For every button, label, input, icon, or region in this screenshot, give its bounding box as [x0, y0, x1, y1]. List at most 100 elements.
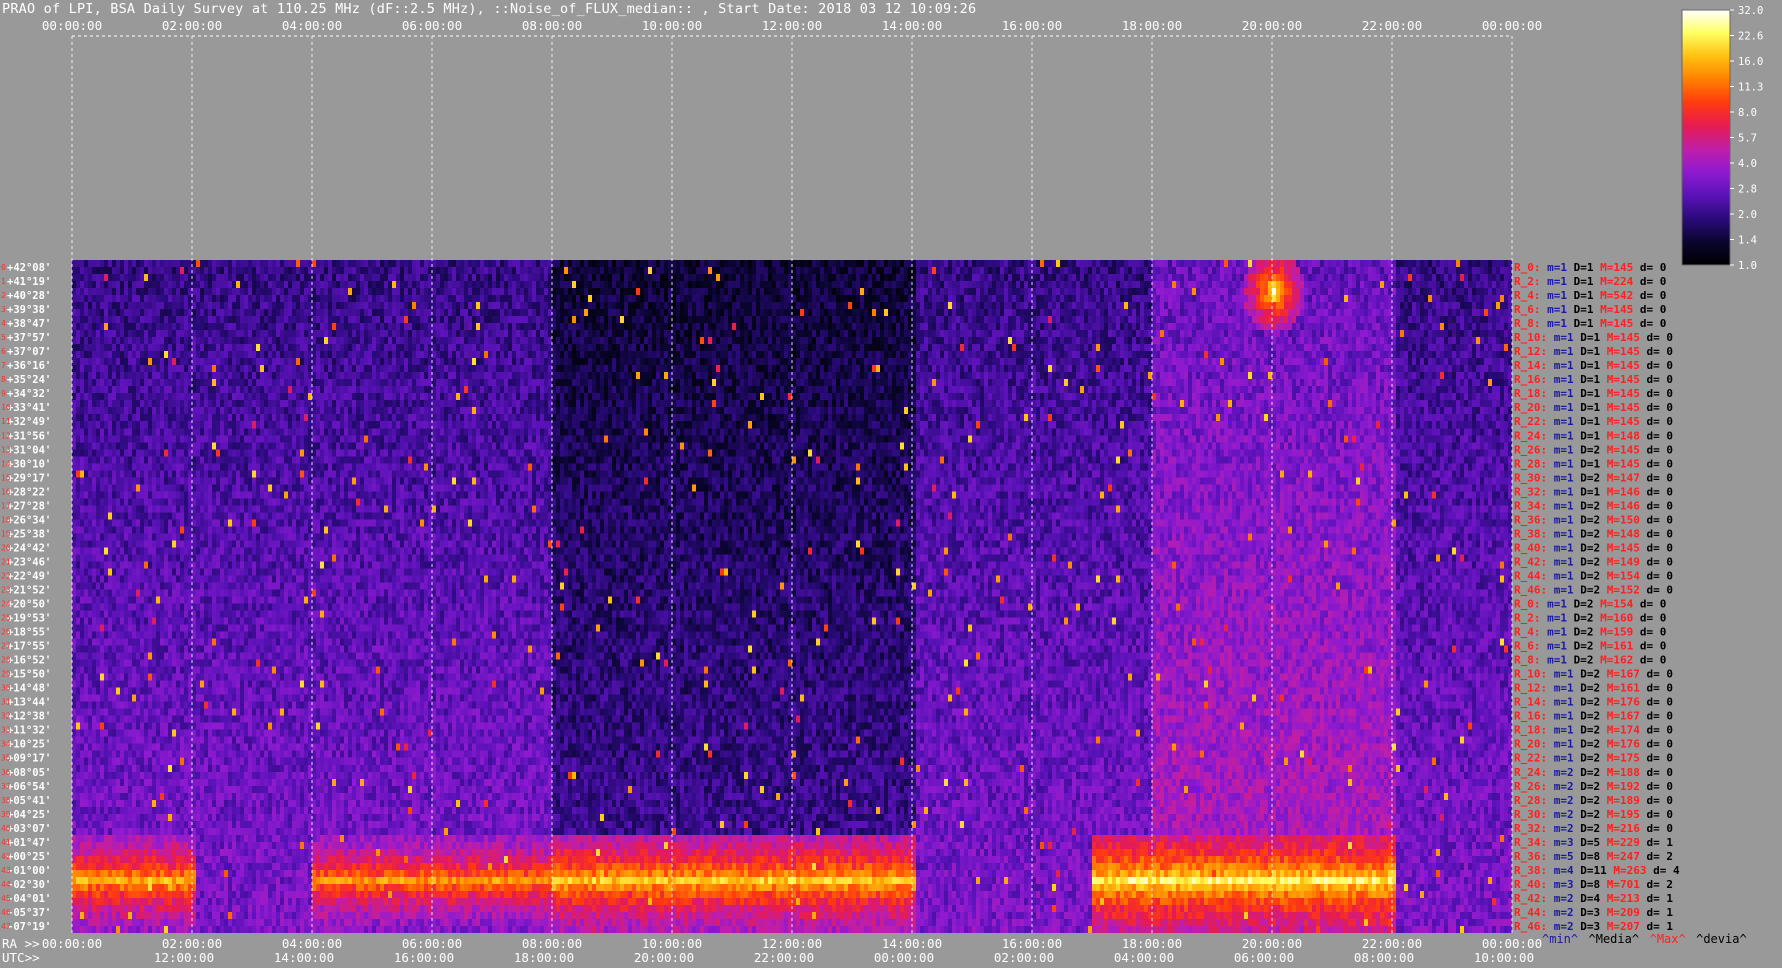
row-index-label: 19 [1, 529, 11, 538]
ra-axis-tick-label: 00:00:00 [1482, 936, 1542, 951]
row-index-label: 20 [1, 543, 11, 552]
row-index-label: 34 [1, 740, 11, 749]
top-axis-tick-label: 20:00:00 [1242, 18, 1302, 33]
top-axis-tick-label: 10:00:00 [642, 18, 702, 33]
utc-axis-label: UTC>> [2, 950, 40, 965]
row-index-label: 22 [1, 571, 11, 580]
top-axis-tick-label: 14:00:00 [882, 18, 942, 33]
top-axis-tick-label: 04:00:00 [282, 18, 342, 33]
declination-label: +21°52' [7, 584, 51, 596]
beam-stat-row: R_34: m=3 D=5 M=229 d= 1 [1514, 836, 1673, 849]
ra-axis-label: RA >> [2, 936, 40, 951]
ra-axis-tick-label: 10:00:00 [642, 936, 702, 951]
declination-label: +34°32' [7, 388, 51, 400]
declination-label: +40°28' [7, 290, 51, 302]
beam-stat-row: R_30: m=1 D=2 M=147 d= 0 [1514, 471, 1673, 484]
beam-stat-row: R_12: m=1 D=2 M=161 d= 0 [1514, 682, 1673, 695]
utc-axis-tick-label: 00:00:00 [874, 950, 934, 965]
colorbar-tick-label: 32.0 [1738, 5, 1763, 17]
ra-axis-tick-label: 20:00:00 [1242, 936, 1302, 951]
declination-label: +09°17' [7, 753, 51, 765]
beam-stat-row: R_6: m=1 D=1 M=145 d= 0 [1514, 303, 1666, 316]
row-index-label: 31 [1, 698, 11, 707]
beam-stat-row: R_28: m=2 D=2 M=189 d= 0 [1514, 794, 1673, 807]
row-index-label: 11 [1, 417, 11, 426]
ra-axis-tick-label: 06:00:00 [402, 936, 462, 951]
declination-label: +42°08' [7, 262, 51, 274]
row-index-label: 32 [1, 712, 11, 721]
utc-axis-tick-label: 04:00:00 [1114, 950, 1174, 965]
row-index-label: 18 [1, 515, 11, 524]
beam-stat-row: R_8: m=1 D=2 M=162 d= 0 [1514, 654, 1666, 667]
row-index-label: 39 [1, 810, 11, 819]
row-index-label: 44 [1, 880, 11, 889]
beam-stat-row: R_44: m=2 D=3 M=209 d= 1 [1514, 906, 1673, 919]
beam-stat-row: R_30: m=2 D=2 M=195 d= 0 [1514, 808, 1673, 821]
beam-stat-row: R_40: m=3 D=8 M=701 d= 2 [1514, 878, 1673, 891]
row-index-label: 33 [1, 726, 11, 735]
utc-axis-tick-label: 22:00:00 [754, 950, 814, 965]
top-axis-tick-label: 08:00:00 [522, 18, 582, 33]
stat-legend-label: ^min^ [1542, 932, 1578, 946]
top-axis-tick-label: 00:00:00 [1482, 18, 1542, 33]
top-axis-tick-label: 16:00:00 [1002, 18, 1062, 33]
beam-stat-row: R_46: m=1 D=2 M=152 d= 0 [1514, 583, 1673, 596]
beam-stat-row: R_26: m=1 D=2 M=145 d= 0 [1514, 443, 1673, 456]
row-index-label: 25 [1, 614, 11, 623]
beam-stat-row: R_16: m=1 D=1 M=145 d= 0 [1514, 373, 1673, 386]
declination-label: +37°07' [7, 346, 51, 358]
top-axis-tick-label: 18:00:00 [1122, 18, 1182, 33]
survey-heatmap-chart: 00:00:00 02:00:00 04:00:00 06:00:00 08:00:00… [1, 5, 1763, 965]
declination-label: -07°19' [7, 921, 51, 933]
declination-label: +18°55' [7, 627, 51, 639]
top-axis-tick-label: 00:00:00 [42, 18, 102, 33]
beam-stat-row: R_4: m=1 D=2 M=159 d= 0 [1514, 626, 1666, 639]
beam-stat-row: R_6: m=1 D=2 M=161 d= 0 [1514, 640, 1666, 653]
declination-label: +31°04' [7, 444, 51, 456]
declination-label: -02°30' [7, 879, 51, 891]
row-index-label: 21 [1, 557, 11, 566]
beam-stat-row: R_8: m=1 D=1 M=145 d= 0 [1514, 317, 1666, 330]
declination-label: +12°38' [7, 711, 51, 723]
utc-axis-tick-label: 08:00:00 [1354, 950, 1414, 965]
declination-label: +38°47' [7, 318, 51, 330]
row-index-label: 13 [1, 445, 11, 454]
row-index-label: 47 [1, 922, 11, 931]
stat-legend-label: ^Max^ [1650, 932, 1686, 946]
row-index-label: 29 [1, 670, 11, 679]
declination-label: +27°28' [7, 500, 51, 512]
stat-legend-label: ^devia^ [1696, 932, 1747, 946]
row-index-label: 35 [1, 754, 11, 763]
beam-stat-row: R_32: m=2 D=2 M=216 d= 0 [1514, 822, 1673, 835]
beam-stat-row: R_12: m=1 D=1 M=145 d= 0 [1514, 345, 1673, 358]
declination-label: +20°50' [7, 599, 51, 611]
beam-stat-row: R_14: m=1 D=2 M=176 d= 0 [1514, 696, 1673, 709]
ra-axis-tick-label: 12:00:00 [762, 936, 822, 951]
declination-label: +00°25' [7, 851, 51, 863]
row-index-label: 42 [1, 852, 11, 861]
bottom-axis: RA >> 00:00:00 02:00:00 04:00:00 06:00:00 08:… [2, 932, 1747, 965]
declination-label: +04°25' [7, 809, 51, 821]
declination-label: +31°56' [7, 430, 51, 442]
colorbar-tick-label: 5.7 [1738, 133, 1757, 145]
declination-label: +33°41' [7, 402, 51, 414]
row-index-label: 9 [1, 389, 6, 398]
row-index-label: 8 [1, 375, 6, 384]
row-index-label: 40 [1, 824, 11, 833]
row-index-label: 7 [1, 361, 6, 370]
beam-stat-row: R_26: m=2 D=2 M=192 d= 0 [1514, 780, 1673, 793]
declination-label: +28°22' [7, 486, 51, 498]
utc-axis-tick-label: 10:00:00 [1474, 950, 1534, 965]
colorbar: 32.0 22.6 16.0 11.3 8.0 5.7 4.0 2.8 2.0 1.4 1.0 [1681, 5, 1763, 272]
row-index-label: 10 [1, 403, 11, 412]
declination-label: +30°10' [7, 458, 51, 470]
row-index-label: 41 [1, 838, 11, 847]
row-index-label: 28 [1, 656, 11, 665]
declination-label: +14°48' [7, 683, 51, 695]
declination-label: +36°16' [7, 360, 51, 372]
beam-stat-row: R_36: m=1 D=2 M=150 d= 0 [1514, 513, 1673, 526]
declination-label: +05°41' [7, 795, 51, 807]
ra-axis-tick-label: 22:00:00 [1362, 936, 1422, 951]
colorbar-tick-label: 11.3 [1738, 82, 1763, 94]
beam-stat-row: R_0: m=1 D=2 M=154 d= 0 [1514, 598, 1666, 611]
